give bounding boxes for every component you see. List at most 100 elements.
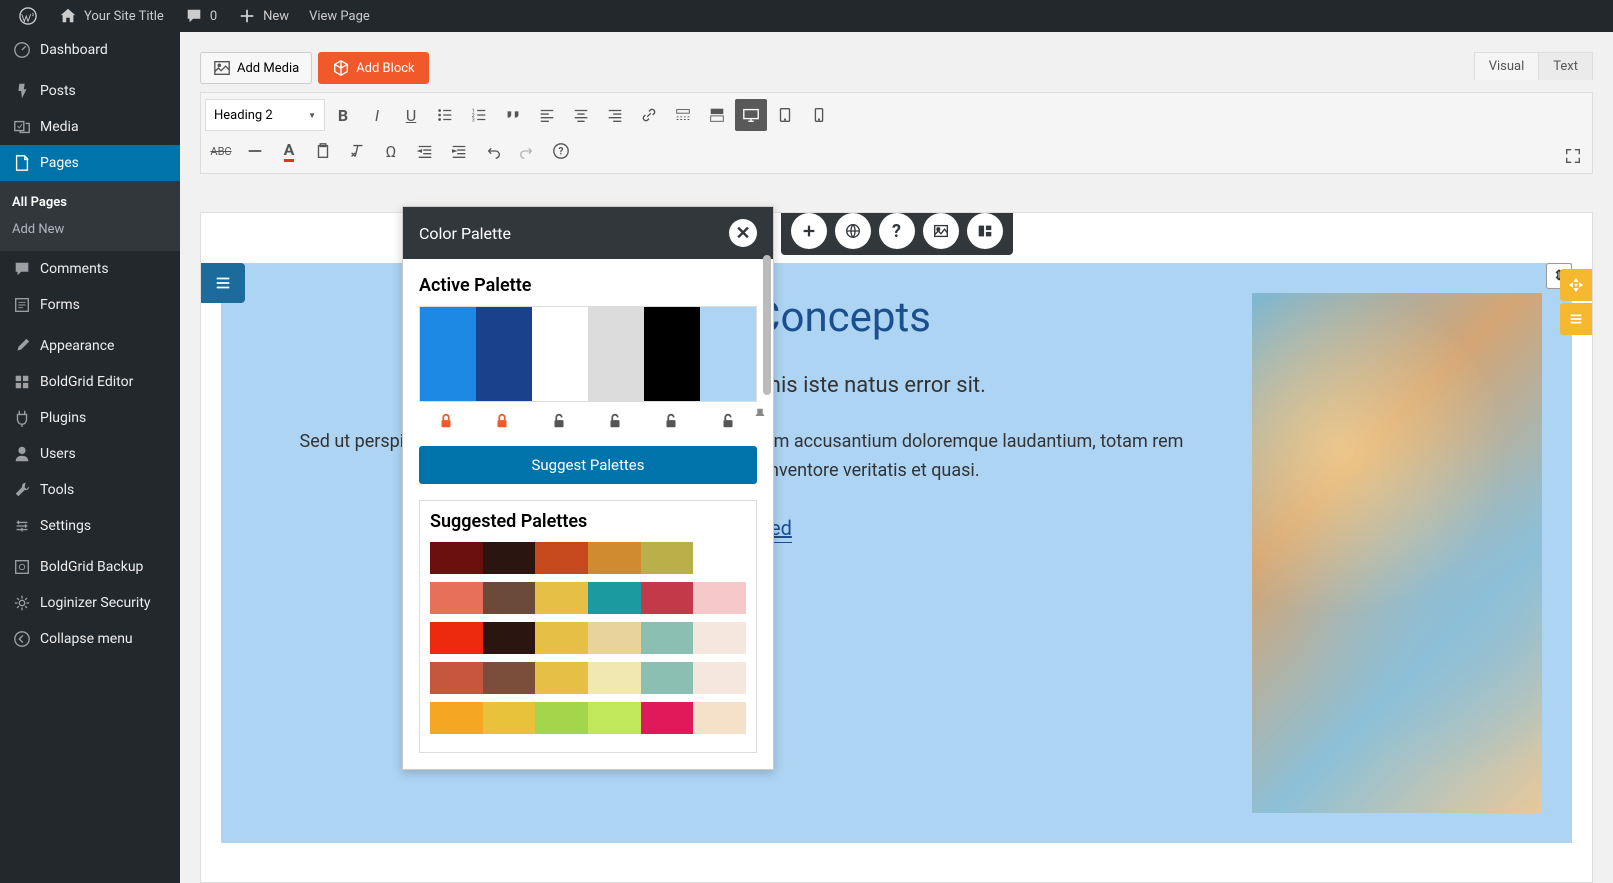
bullist-button[interactable]	[429, 99, 461, 131]
move-button[interactable]	[1560, 269, 1592, 301]
panel-scrollbar[interactable]	[763, 255, 771, 395]
underline-button[interactable]: U	[395, 99, 427, 131]
view-page[interactable]: View Page	[299, 0, 380, 32]
help-button[interactable]: ?	[545, 135, 577, 167]
sidebar-submenu: All Pages Add New	[0, 181, 180, 251]
media-icon	[12, 117, 32, 137]
color-palette-panel: Color Palette ✕ Active Palette Suggest P…	[402, 206, 774, 770]
suggested-palette[interactable]	[430, 582, 746, 614]
brush-icon	[12, 336, 32, 356]
lock-closed-icon[interactable]	[493, 412, 513, 434]
paste-button[interactable]	[307, 135, 339, 167]
site-title: Your Site Title	[84, 9, 164, 24]
palette-swatch[interactable]	[476, 307, 532, 401]
active-palette[interactable]	[419, 306, 757, 402]
redo-button[interactable]	[511, 135, 543, 167]
sidebar-item-plugins[interactable]: Plugins	[0, 400, 180, 436]
lock-open-icon[interactable]	[606, 412, 626, 434]
sidebar-item-comments[interactable]: Comments	[0, 251, 180, 287]
settings-icon	[12, 516, 32, 536]
lock-open-icon[interactable]	[550, 412, 570, 434]
clearformat-button[interactable]	[341, 135, 373, 167]
undo-button[interactable]	[477, 135, 509, 167]
close-panel-button[interactable]: ✕	[729, 219, 757, 247]
format-select[interactable]: Heading 2	[205, 99, 325, 131]
user-icon	[12, 444, 32, 464]
pin-icon	[12, 81, 32, 101]
sidebar-sub-add-new[interactable]: Add New	[0, 216, 180, 243]
sidebar-item-appearance[interactable]: Appearance	[0, 328, 180, 364]
add-element-button[interactable]	[791, 213, 827, 249]
add-block-button[interactable]: Add Block	[318, 52, 428, 84]
sidebar-item-settings[interactable]: Settings	[0, 508, 180, 544]
bold-button[interactable]: B	[327, 99, 359, 131]
page-icon	[12, 153, 32, 173]
link-button[interactable]	[633, 99, 665, 131]
strikethrough-button[interactable]: ABC	[205, 135, 237, 167]
more-button[interactable]	[667, 99, 699, 131]
lock-closed-icon[interactable]	[437, 412, 457, 434]
tab-text[interactable]: Text	[1538, 53, 1592, 80]
suggest-palettes-button[interactable]: Suggest Palettes	[419, 446, 757, 484]
sidebar-item-tools[interactable]: Tools	[0, 472, 180, 508]
menu-button[interactable]	[1560, 303, 1592, 335]
alignright-button[interactable]	[599, 99, 631, 131]
palette-swatch[interactable]	[700, 307, 756, 401]
sidebar-item-users[interactable]: Users	[0, 436, 180, 472]
charmap-button[interactable]: Ω	[375, 135, 407, 167]
mobile-view-button[interactable]	[803, 99, 835, 131]
hr-button[interactable]	[239, 135, 271, 167]
sidebar-item-boldgrid-editor[interactable]: BoldGrid Editor	[0, 364, 180, 400]
aligncenter-button[interactable]	[565, 99, 597, 131]
wrench-icon	[12, 480, 32, 500]
outdent-button[interactable]	[409, 135, 441, 167]
sidebar-item-loginizer[interactable]: Loginizer Security	[0, 585, 180, 621]
blockquote-button[interactable]	[497, 99, 529, 131]
alignleft-button[interactable]	[531, 99, 563, 131]
site-home[interactable]: Your Site Title	[48, 0, 174, 32]
lock-open-icon[interactable]	[719, 412, 739, 434]
toolbar-toggle-button[interactable]	[701, 99, 733, 131]
comment-count: 0	[210, 9, 217, 24]
sidebar-item-dashboard[interactable]: Dashboard	[0, 32, 180, 68]
suggested-palette[interactable]	[430, 702, 746, 734]
section-image[interactable]	[1252, 293, 1542, 813]
palette-swatch[interactable]	[644, 307, 700, 401]
new-content[interactable]: New	[227, 0, 299, 32]
collapse-icon	[12, 629, 32, 649]
tab-visual[interactable]: Visual	[1475, 53, 1539, 80]
comments-link[interactable]: 0	[174, 0, 227, 32]
suggested-palette[interactable]	[430, 542, 746, 574]
section-menu-tab[interactable]	[201, 263, 245, 303]
lock-open-icon[interactable]	[662, 412, 682, 434]
palette-swatch[interactable]	[532, 307, 588, 401]
suggested-title: Suggested Palettes	[430, 511, 746, 532]
indent-button[interactable]	[443, 135, 475, 167]
admin-bar: Your Site Title 0 New View Page	[0, 0, 1613, 32]
globe-button[interactable]	[835, 213, 871, 249]
sidebar-item-posts[interactable]: Posts	[0, 73, 180, 109]
add-media-button[interactable]: Add Media	[200, 52, 312, 84]
help-button-float[interactable]: ?	[879, 213, 915, 249]
numlist-button[interactable]: 123	[463, 99, 495, 131]
suggested-palette[interactable]	[430, 662, 746, 694]
wp-logo[interactable]	[8, 0, 48, 32]
backup-icon	[12, 557, 32, 577]
sidebar-item-forms[interactable]: Forms	[0, 287, 180, 323]
sidebar-sub-all-pages[interactable]: All Pages	[0, 189, 180, 216]
sidebar-item-pages[interactable]: Pages	[0, 145, 180, 181]
pin-palette-button[interactable]	[751, 407, 769, 429]
fullscreen-button[interactable]	[1559, 142, 1587, 170]
palette-swatch[interactable]	[588, 307, 644, 401]
suggested-palette[interactable]	[430, 622, 746, 654]
sidebar-item-media[interactable]: Media	[0, 109, 180, 145]
italic-button[interactable]: I	[361, 99, 393, 131]
textcolor-button[interactable]: A	[273, 135, 305, 167]
tablet-view-button[interactable]	[769, 99, 801, 131]
sidebar-item-boldgrid-backup[interactable]: BoldGrid Backup	[0, 549, 180, 585]
layout-button[interactable]	[967, 213, 1003, 249]
image-button[interactable]	[923, 213, 959, 249]
sidebar-item-collapse[interactable]: Collapse menu	[0, 621, 180, 657]
desktop-view-button[interactable]	[735, 99, 767, 131]
palette-swatch[interactable]	[420, 307, 476, 401]
